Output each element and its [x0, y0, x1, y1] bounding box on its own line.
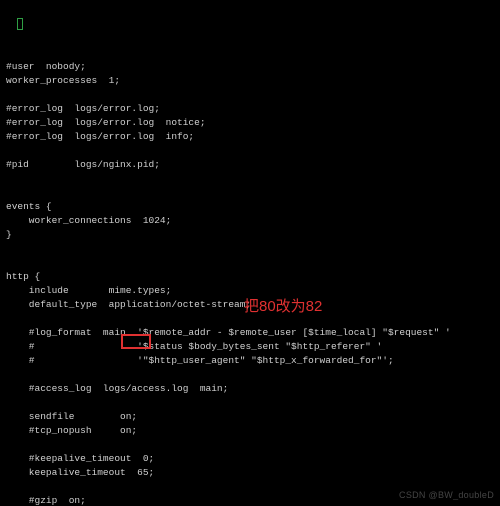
code-line: worker_connections 1024;	[6, 214, 494, 228]
code-line	[6, 368, 494, 382]
terminal-view[interactable]: #user nobody;worker_processes 1; #error_l…	[0, 0, 500, 506]
code-line: #error_log logs/error.log notice;	[6, 116, 494, 130]
code-line: sendfile on;	[6, 410, 494, 424]
code-line: # '"$http_user_agent" "$http_x_forwarded…	[6, 354, 494, 368]
code-line	[6, 144, 494, 158]
code-line: events {	[6, 200, 494, 214]
code-line	[6, 186, 494, 200]
code-line	[6, 242, 494, 256]
code-line	[6, 256, 494, 270]
code-line: #log_format main '$remote_addr - $remote…	[6, 326, 494, 340]
code-line: http {	[6, 270, 494, 284]
code-line	[6, 396, 494, 410]
code-line	[6, 438, 494, 452]
code-line: #error_log logs/error.log;	[6, 102, 494, 116]
code-line	[6, 88, 494, 102]
watermark: CSDN @BW_doubleD	[399, 488, 494, 502]
code-line: keepalive_timeout 65;	[6, 466, 494, 480]
code-line: #access_log logs/access.log main;	[6, 382, 494, 396]
code-line: include mime.types;	[6, 284, 494, 298]
code-line: #tcp_nopush on;	[6, 424, 494, 438]
code-line: #keepalive_timeout 0;	[6, 452, 494, 466]
code-line: #error_log logs/error.log info;	[6, 130, 494, 144]
cursor	[17, 18, 23, 30]
code-line: #user nobody;	[6, 60, 494, 74]
code-line: }	[6, 228, 494, 242]
code-line	[6, 312, 494, 326]
code-line: worker_processes 1;	[6, 74, 494, 88]
config-file-content: #user nobody;worker_processes 1; #error_l…	[6, 60, 494, 506]
code-line: default_type application/octet-stream;	[6, 298, 494, 312]
code-line: # '$status $body_bytes_sent "$http_refer…	[6, 340, 494, 354]
code-line: #pid logs/nginx.pid;	[6, 158, 494, 172]
code-line	[6, 172, 494, 186]
